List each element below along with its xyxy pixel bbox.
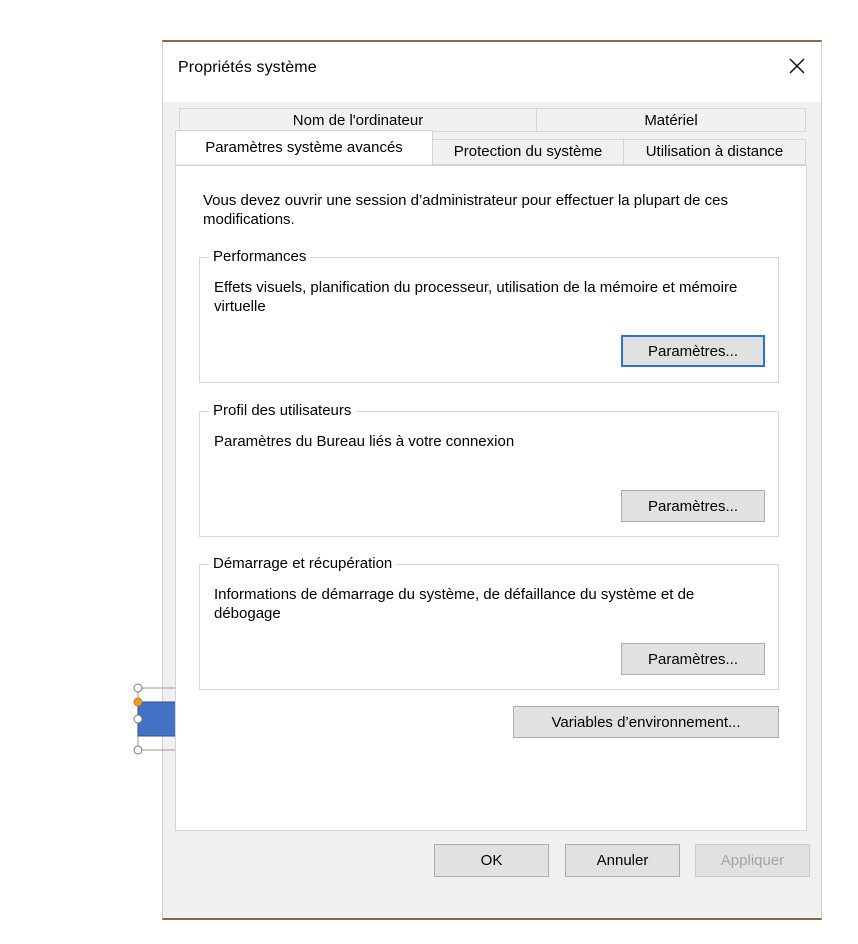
group-description: Effets visuels, planification du process… — [214, 279, 738, 315]
title-bar: Propriétés système — [163, 42, 821, 102]
close-icon[interactable] — [787, 56, 807, 76]
group-description: Informations de démarrage du système, de… — [214, 586, 695, 622]
tab-label: Nom de l'ordinateur — [292, 112, 424, 129]
adjust-handle — [133, 697, 143, 707]
resize-handle — [133, 714, 143, 724]
resize-handle — [133, 683, 143, 693]
performance-group: Performances Effets visuels, planificati… — [199, 248, 779, 383]
tab-hardware[interactable]: Matériel — [536, 108, 806, 132]
user-profiles-group: Profil des utilisateurs Paramètres du Bu… — [199, 402, 779, 537]
tab-label: Utilisation à distance — [645, 143, 784, 160]
tab-system-protection[interactable]: Protection du système — [432, 139, 624, 165]
admin-note: Vous devez ouvrir une session d’administ… — [203, 192, 729, 228]
startup-recovery-group: Démarrage et récupération Informations d… — [199, 555, 779, 690]
group-description: Paramètres du Bureau liés à votre connex… — [214, 433, 515, 450]
tab-remote[interactable]: Utilisation à distance — [623, 139, 806, 165]
group-legend: Performances — [209, 248, 311, 266]
group-legend: Profil des utilisateurs — [209, 402, 356, 420]
user-profiles-settings-button[interactable]: Paramètres... — [621, 490, 765, 522]
advanced-panel: Vous devez ouvrir une session d’administ… — [175, 165, 807, 831]
system-properties-dialog: Propriétés système Nom de l'ordinateur M… — [162, 40, 822, 920]
tab-label: Paramètres système avancés — [205, 139, 403, 156]
apply-button: Appliquer — [695, 844, 810, 877]
tab-label: Matériel — [644, 112, 698, 129]
cancel-button[interactable]: Annuler — [565, 844, 680, 877]
tab-advanced-system-settings[interactable]: Paramètres système avancés — [175, 130, 433, 164]
tab-label: Protection du système — [453, 143, 603, 160]
dialog-title: Propriétés système — [178, 59, 317, 76]
tab-computer-name[interactable]: Nom de l'ordinateur — [179, 108, 537, 132]
performance-settings-button[interactable]: Paramètres... — [621, 335, 765, 367]
environment-variables-button[interactable]: Variables d’environnement... — [513, 706, 779, 738]
ok-button[interactable]: OK — [434, 844, 549, 877]
resize-handle — [133, 745, 143, 755]
group-legend: Démarrage et récupération — [209, 555, 397, 573]
startup-recovery-settings-button[interactable]: Paramètres... — [621, 643, 765, 675]
